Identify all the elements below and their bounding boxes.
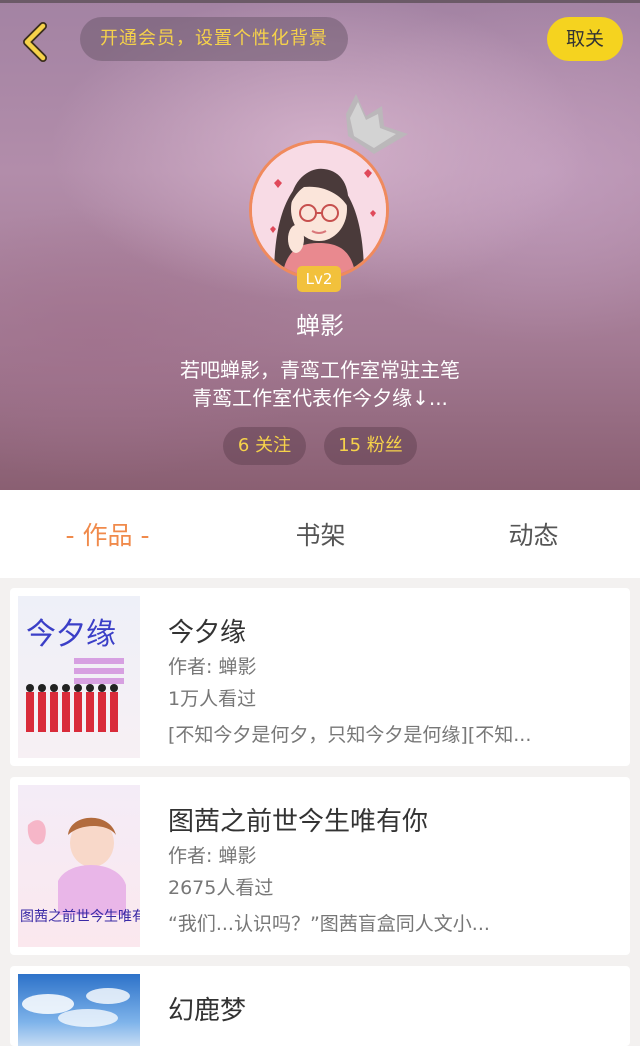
book-cover[interactable]	[18, 974, 140, 1046]
profile-header: 开通会员，设置个性化背景 取关 Lv2 蝉影 若吧蝉影，青鸾工作室常驻主笔 青鸾…	[0, 0, 640, 490]
tab-bookshelf[interactable]: 书架	[253, 490, 388, 578]
cover-illustration: 今夕缘	[26, 617, 124, 732]
book-card[interactable]: 图茜之前世今生唯有你 图茜之前世今生唯有你 作者: 蝉影 2675人看过 “我们…	[10, 777, 630, 955]
cover-illustration: 图茜之前世今生唯有你	[20, 817, 140, 925]
avatar[interactable]	[249, 140, 389, 280]
book-description: “我们...认识吗？”图茜盲盒同人文小...	[168, 913, 490, 935]
cover-illustration	[22, 988, 130, 1027]
back-button[interactable]	[12, 20, 56, 64]
book-title: 今夕缘	[168, 618, 247, 648]
book-card[interactable]: 今夕缘 今夕缘 作者: 蝉影 1万人看过 [不知今夕是何夕，只知今夕是何缘][不…	[10, 588, 630, 766]
avatar-illustration	[252, 143, 386, 277]
book-title: 图茜之前世今生唯有你	[168, 807, 429, 837]
book-views: 2675人看过	[168, 877, 274, 899]
cover-title: 今夕缘	[26, 617, 116, 652]
status-stripe	[0, 0, 640, 3]
chevron-left-icon	[23, 22, 47, 62]
book-card[interactable]: 幻鹿梦	[10, 966, 630, 1046]
fans-count[interactable]: 15 粉丝	[324, 427, 417, 465]
book-title: 幻鹿梦	[168, 996, 247, 1026]
cover-title: 图茜之前世今生唯有你	[20, 908, 140, 925]
username: 蝉影	[296, 312, 344, 340]
level-badge: Lv2	[297, 266, 341, 292]
unfollow-button[interactable]: 取关	[547, 17, 623, 61]
book-cover[interactable]: 图茜之前世今生唯有你	[18, 785, 140, 947]
profile-tabs: - 作品 - 书架 动态	[0, 490, 640, 578]
book-author: 作者: 蝉影	[168, 845, 257, 867]
book-author: 作者: 蝉影	[168, 656, 257, 678]
following-count[interactable]: 6 关注	[223, 427, 306, 465]
book-cover[interactable]: 今夕缘	[18, 596, 140, 758]
user-bio: 若吧蝉影，青鸾工作室常驻主笔 青鸾工作室代表作今夕缘↓...	[100, 356, 540, 412]
tab-works[interactable]: - 作品 -	[40, 490, 175, 578]
book-views: 1万人看过	[168, 688, 257, 710]
vip-background-prompt[interactable]: 开通会员，设置个性化背景	[80, 17, 348, 61]
tab-activity[interactable]: 动态	[466, 490, 601, 578]
book-description: [不知今夕是何夕，只知今夕是何缘][不知...	[168, 724, 532, 746]
bio-line: 青鸾工作室代表作今夕缘↓...	[192, 386, 448, 410]
bio-line: 若吧蝉影，青鸾工作室常驻主笔	[180, 358, 460, 382]
